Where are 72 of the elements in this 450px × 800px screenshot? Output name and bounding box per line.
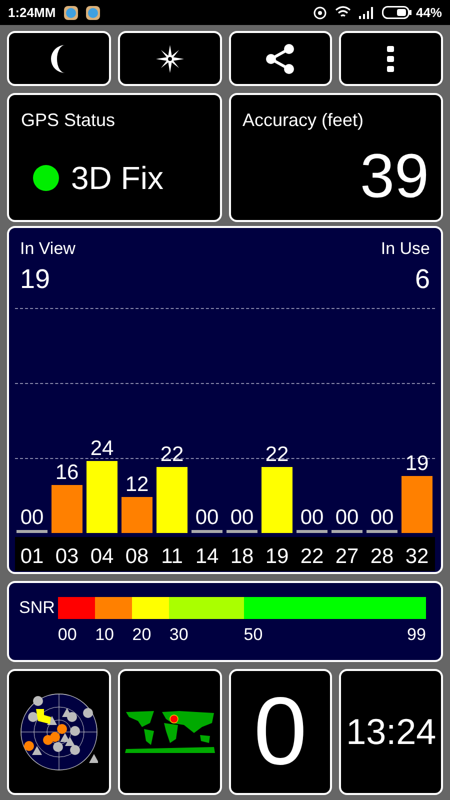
more-icon xyxy=(387,46,396,72)
snr-value: 22 xyxy=(265,442,289,466)
snr-value: 00 xyxy=(20,506,44,528)
satellite-id: 32 xyxy=(405,544,429,568)
status-time: 1:24MM xyxy=(8,4,56,22)
snr-value: 00 xyxy=(370,506,394,528)
snr-scale-label: 00 xyxy=(58,624,77,646)
satellite-id: 27 xyxy=(335,544,359,568)
fix-status: 3D Fix xyxy=(71,159,164,198)
snr-bar xyxy=(402,476,432,532)
compass-button[interactable] xyxy=(118,31,222,86)
snr-bar xyxy=(16,530,48,532)
snr-value: 00 xyxy=(335,506,359,528)
in-view-label: In View xyxy=(20,238,76,260)
snr-value: 00 xyxy=(300,506,324,528)
app-icon xyxy=(86,6,100,20)
snr-scale-label: 20 xyxy=(132,624,152,646)
snr-scale-label: 30 xyxy=(169,624,188,646)
snr-value: 12 xyxy=(125,472,149,496)
snr-bar xyxy=(192,530,222,532)
hotspot-icon xyxy=(312,6,327,20)
satellite-id: 08 xyxy=(125,544,149,568)
snr-value: 16 xyxy=(55,460,79,484)
signal-icon xyxy=(358,6,374,18)
snr-bar xyxy=(332,530,362,532)
satellite-id: 28 xyxy=(370,544,394,568)
snr-bar xyxy=(86,460,118,532)
snr-value: 22 xyxy=(160,442,184,466)
clock-time: 13:24 xyxy=(346,710,436,754)
satellite-id: 11 xyxy=(161,544,183,568)
world-map-tile[interactable] xyxy=(118,669,222,795)
sky-plot-tile[interactable] xyxy=(7,669,111,795)
card-title: Accuracy (feet) xyxy=(242,109,365,132)
snr-bar xyxy=(262,466,292,532)
satellite-id: 04 xyxy=(90,544,114,568)
satellite-id: 01 xyxy=(20,544,44,568)
snr-value: 19 xyxy=(405,452,429,474)
snr-bar xyxy=(366,530,398,532)
snr-bar xyxy=(52,484,82,532)
snr-value: 00 xyxy=(195,506,219,528)
snr-bar xyxy=(226,530,258,532)
satellite-id: 14 xyxy=(195,544,219,568)
in-view-count: 19 xyxy=(20,266,50,292)
satellite-id: 19 xyxy=(265,544,289,568)
snr-label: SNR xyxy=(19,597,55,619)
card-title: GPS Status xyxy=(21,109,116,132)
wifi-icon xyxy=(334,6,351,19)
share-button[interactable] xyxy=(228,31,332,86)
more-button[interactable] xyxy=(339,31,443,86)
snr-value: 00 xyxy=(230,506,254,528)
battery-percent: 44% xyxy=(416,4,442,22)
snr-scale-label: 50 xyxy=(244,624,263,646)
snr-value: 24 xyxy=(90,436,114,460)
satellite-id: 03 xyxy=(55,544,79,568)
info-tile[interactable]: 13:24 xyxy=(339,669,443,795)
app-icon xyxy=(64,6,78,20)
satellite-id: 22 xyxy=(300,544,324,568)
share-icon xyxy=(265,44,296,74)
compass-icon xyxy=(156,44,184,72)
info-tile[interactable]: 0 xyxy=(228,669,332,795)
snr-bar xyxy=(156,466,188,532)
snr-bar xyxy=(122,496,152,532)
satellite-id: 18 xyxy=(230,544,254,568)
snr-scale-label: 99 xyxy=(406,624,426,646)
snr-scale-label: 10 xyxy=(95,624,114,646)
snr-bar xyxy=(296,530,328,532)
battery-icon xyxy=(382,6,412,19)
accuracy-value: 39 xyxy=(360,146,429,208)
in-use-count: 6 xyxy=(414,266,430,292)
in-use-label: In Use xyxy=(380,238,430,260)
counter-value: 0 xyxy=(254,684,308,780)
night-mode-button[interactable] xyxy=(7,31,111,86)
